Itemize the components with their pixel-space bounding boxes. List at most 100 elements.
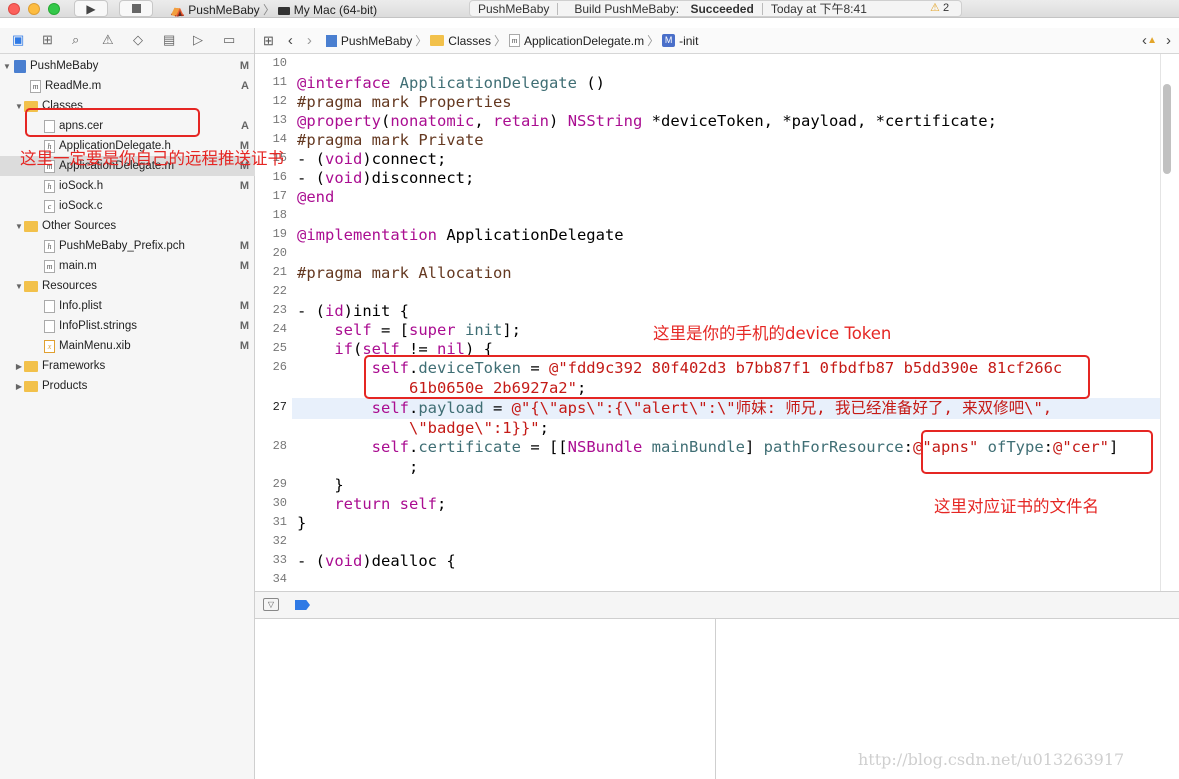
breakpoints-toggle-icon[interactable] bbox=[295, 600, 310, 610]
scheme-target-label: My Mac (64-bit) bbox=[293, 3, 378, 17]
code-line: - (id)init { bbox=[297, 302, 409, 320]
filename-highlight-box bbox=[921, 430, 1153, 474]
line-number: 17 bbox=[272, 189, 287, 203]
jumpbar-symbol[interactable]: -init bbox=[679, 34, 698, 48]
issue-icon[interactable]: ⚠ bbox=[102, 32, 114, 48]
line-number: 20 bbox=[272, 246, 287, 260]
line-number: 19 bbox=[272, 227, 287, 241]
folder-icon bbox=[24, 360, 38, 372]
scheme-project-label: PushMeBaby bbox=[188, 3, 260, 17]
warning-indicator[interactable]: ⚠ 2 bbox=[930, 1, 949, 14]
line-number: 14 bbox=[272, 132, 287, 146]
line-number: 22 bbox=[272, 284, 287, 298]
tree-item-infoplist-strings[interactable]: InfoPlist.strings M bbox=[0, 316, 255, 336]
jumpbar-group[interactable]: Classes bbox=[448, 34, 491, 48]
tree-item-prefix-pch[interactable]: h PushMeBaby_Prefix.pch M bbox=[0, 236, 255, 256]
code-line: self = [super init]; bbox=[334, 321, 521, 339]
c-file-icon: c bbox=[44, 199, 55, 213]
tree-item-other-sources[interactable]: ▼ Other Sources bbox=[0, 216, 255, 236]
window-toolbar: ▶ ⛺ PushMeBaby 〉 My Mac (64-bit) PushMeB… bbox=[0, 0, 1179, 18]
test-icon[interactable]: ◇ bbox=[133, 32, 143, 48]
debug-bar: ▽ bbox=[255, 591, 1179, 619]
h-file-icon: h bbox=[44, 179, 55, 193]
stop-button[interactable] bbox=[119, 0, 153, 17]
line-number: 25 bbox=[272, 341, 287, 355]
tree-item-products[interactable]: ▶ Products bbox=[0, 376, 255, 396]
tree-item-iosock-c[interactable]: c ioSock.c bbox=[0, 196, 255, 216]
filename-annotation: 这里对应证书的文件名 bbox=[934, 497, 1099, 516]
status-build: Build PushMeBaby: Succeeded bbox=[574, 1, 754, 16]
code-line: @implementation ApplicationDelegate bbox=[297, 226, 624, 244]
code-line: self.payload = @"{\"aps\":{\"alert\":\"师… bbox=[371, 399, 1053, 417]
app-icon: ⛺ bbox=[170, 3, 185, 17]
code-line: return self; bbox=[334, 495, 447, 513]
line-number: 29 bbox=[272, 477, 287, 491]
tree-item-main-m[interactable]: m main.m M bbox=[0, 256, 255, 276]
back-button[interactable]: ‹ bbox=[288, 32, 293, 49]
search-icon[interactable]: ⌕ bbox=[72, 32, 79, 48]
debug-icon[interactable]: ▤ bbox=[163, 32, 175, 48]
navigator-tabs: ▣ ⊞ ⌕ ⚠ ◇ ▤ ▷ ▭ bbox=[0, 28, 254, 54]
cert-highlight-box bbox=[25, 108, 200, 137]
run-button[interactable]: ▶ bbox=[74, 0, 108, 17]
line-number: 34 bbox=[272, 572, 287, 586]
line-number: 21 bbox=[272, 265, 287, 279]
related-items-icon[interactable]: ⊞ bbox=[263, 33, 274, 49]
folder-icon bbox=[24, 380, 38, 392]
token-annotation: 这里是你的手机的device Token bbox=[653, 324, 892, 343]
code-line: @property(nonatomic, retain) NSString *d… bbox=[297, 112, 997, 130]
folder-icon[interactable]: ▣ bbox=[12, 32, 24, 48]
zoom-window-button[interactable] bbox=[48, 3, 60, 15]
line-number: 10 bbox=[272, 56, 287, 70]
tree-item-info-plist[interactable]: Info.plist M bbox=[0, 296, 255, 316]
code-line: - (void)connect; bbox=[297, 150, 447, 168]
m-file-icon: m bbox=[44, 259, 55, 273]
line-number: 23 bbox=[272, 303, 287, 317]
stop-icon bbox=[131, 4, 141, 13]
code-line: #pragma mark Private bbox=[297, 131, 484, 149]
folder-icon bbox=[430, 35, 445, 46]
status-project: PushMeBaby bbox=[478, 1, 550, 16]
project-icon bbox=[14, 59, 26, 73]
hide-debug-area-icon[interactable]: ▽ bbox=[263, 598, 279, 611]
line-number: 33 bbox=[272, 553, 287, 567]
close-window-button[interactable] bbox=[8, 3, 20, 15]
folder-icon bbox=[24, 280, 38, 292]
breakpoint-icon[interactable]: ▷ bbox=[193, 32, 203, 48]
tree-item-project[interactable]: ▼ PushMeBaby M bbox=[0, 56, 255, 76]
tree-item-iosock-h[interactable]: h ioSock.h M bbox=[0, 176, 255, 196]
report-icon[interactable]: ▭ bbox=[223, 32, 235, 48]
minimize-window-button[interactable] bbox=[28, 3, 40, 15]
line-number: 26 bbox=[272, 360, 287, 374]
plist-file-icon bbox=[44, 299, 55, 313]
warning-icon: ▲ bbox=[1147, 35, 1157, 46]
next-issue-icon[interactable]: › bbox=[1166, 32, 1171, 49]
m-file-icon: m bbox=[30, 79, 41, 93]
line-number: 32 bbox=[272, 534, 287, 548]
tree-item-resources[interactable]: ▼ Resources bbox=[0, 276, 255, 296]
tree-item-mainmenu-xib[interactable]: x MainMenu.xib M bbox=[0, 336, 255, 356]
tree-item-frameworks[interactable]: ▶ Frameworks bbox=[0, 356, 255, 376]
project-icon bbox=[325, 34, 337, 47]
jumpbar-project[interactable]: PushMeBaby bbox=[341, 34, 412, 48]
project-navigator: ▣ ⊞ ⌕ ⚠ ◇ ▤ ▷ ▭ ▼ PushMeBaby M m ReadMe.m A … bbox=[0, 28, 255, 779]
play-icon: ▶ bbox=[86, 1, 96, 16]
forward-button[interactable]: › bbox=[307, 32, 312, 49]
scheme-selector[interactable]: ⛺ PushMeBaby 〉 My Mac (64-bit) bbox=[170, 1, 377, 18]
vertical-scrollbar[interactable] bbox=[1163, 84, 1171, 174]
code-line: - (void)dealloc { bbox=[297, 552, 456, 570]
m-file-icon: m bbox=[509, 34, 520, 47]
tree-item-readme[interactable]: m ReadMe.m A bbox=[0, 76, 255, 96]
line-number: 30 bbox=[272, 496, 287, 510]
code-line: \"badge\":1}}"; bbox=[297, 419, 549, 437]
xib-file-icon: x bbox=[44, 339, 55, 353]
line-number: 31 bbox=[272, 515, 287, 529]
jumpbar-file[interactable]: ApplicationDelegate.m bbox=[524, 34, 644, 48]
line-number: 18 bbox=[272, 208, 287, 222]
code-line: - (void)disconnect; bbox=[297, 169, 475, 187]
folder-icon bbox=[24, 220, 38, 232]
activity-status: PushMeBaby Build PushMeBaby: Succeeded T… bbox=[469, 0, 962, 17]
code-line: #pragma mark Properties bbox=[297, 93, 512, 111]
variables-view[interactable] bbox=[255, 619, 716, 779]
symbol-navigator-icon[interactable]: ⊞ bbox=[42, 32, 53, 48]
